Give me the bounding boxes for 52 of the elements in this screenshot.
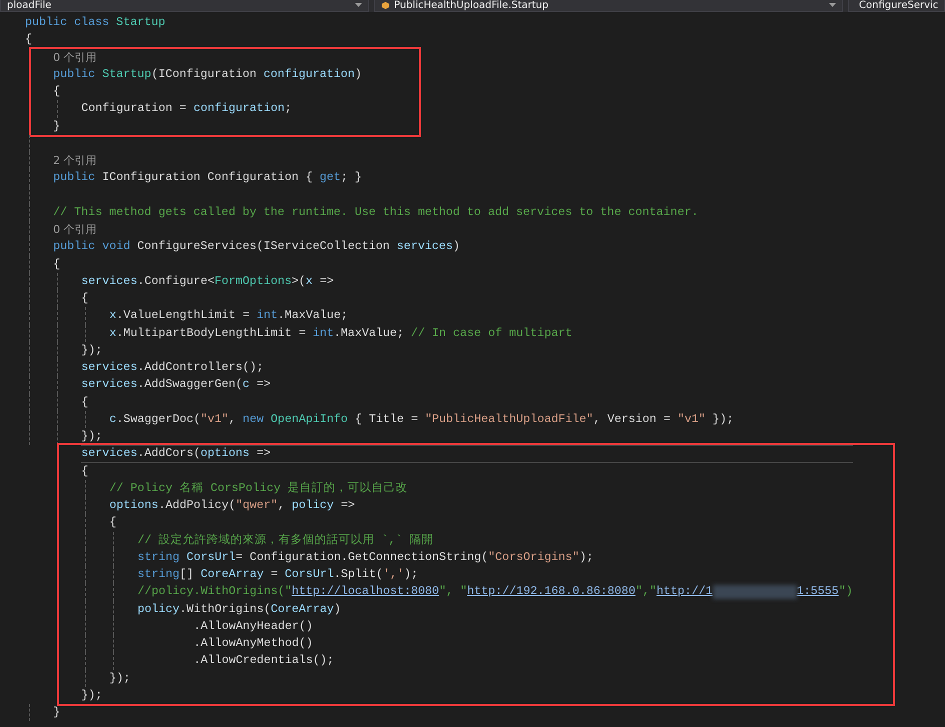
code-line: policy.WithOrigins(CoreArray) — [137, 600, 341, 618]
code-text: //policy.WithOrigins(" — [137, 583, 292, 600]
code-line: public Startup(IConfiguration configuration) — [53, 66, 362, 83]
code-line: { — [53, 83, 60, 100]
code-line: } — [53, 704, 60, 721]
caret-icon — [355, 3, 362, 8]
navigation-dropdown[interactable]: ploadFile — [0, 0, 369, 12]
code-line: public class Startup — [25, 14, 166, 31]
code-line: // This method gets called by the runtime. Use this method to add services to the container. — [53, 204, 698, 221]
code-line: services.AddCors(options => — [81, 445, 271, 462]
code-text: "," — [635, 583, 656, 600]
code-line: services.AddControllers(); — [81, 359, 264, 376]
class-icon — [381, 1, 390, 10]
reference-count-link[interactable]: 0 个引用 — [53, 221, 97, 238]
code-line: { — [53, 256, 60, 272]
code-line: c.SwaggerDoc("v1", new OpenApiInfo { Title = "PublicHealthUploadFile", Version = "v1" }); — [109, 410, 734, 428]
code-line: { — [81, 394, 88, 410]
code-line: services.AddSwaggerGen(c => — [81, 376, 271, 394]
reference-count-link[interactable]: 0 个引用 — [53, 48, 97, 66]
code-line: { — [25, 31, 32, 48]
code-line: .AllowAnyHeader() — [194, 618, 313, 635]
caret-icon — [829, 3, 836, 8]
code-line: // Policy 名稱 CorsPolicy 是自訂的，可以自己改 — [109, 480, 408, 497]
code-line: }); — [81, 342, 102, 359]
code-line: } — [53, 118, 60, 134]
code-text: ", " — [439, 583, 468, 600]
code-line: public void ConfigureServices(IServiceCollection services) — [53, 238, 460, 256]
code-line: Configuration = configuration; — [81, 100, 292, 118]
code-line: .AllowCredentials(); — [194, 652, 334, 670]
code-line: public IConfiguration Configuration { get; } — [53, 169, 362, 186]
code-line: string CorsUrl= Configuration.GetConnectionString("CorsOrigins"); — [137, 548, 594, 566]
code-line: }); — [109, 670, 130, 686]
code-line: // 設定允許跨域的來源，有多個的話可以用 `,` 隔開 — [137, 532, 434, 548]
code-line: options.AddPolicy("qwer", policy => — [109, 497, 355, 514]
code-line: }); — [81, 428, 102, 445]
url-link[interactable]: 1:5555 — [796, 583, 839, 600]
code-text: ") — [838, 583, 853, 600]
code-line: x.MultipartBodyLengthLimit = int.MaxValue; // In case of multipart — [109, 324, 572, 342]
reference-count-link[interactable]: 2 个引用 — [53, 152, 97, 170]
url-link[interactable]: http://localhost:8080 — [292, 583, 440, 600]
code-line: { — [81, 290, 88, 307]
url-link[interactable]: http://1 — [656, 583, 713, 600]
code-line: { — [109, 514, 116, 532]
navigation-dropdown[interactable]: PublicHealthUploadFile.Startup — [374, 0, 843, 12]
code-line: }); — [81, 686, 102, 704]
code-line: { — [81, 462, 88, 480]
code-line: string[] CoreArray = CorsUrl.Split(','); — [137, 566, 418, 583]
code-line: x.ValueLengthLimit = int.MaxValue; — [109, 307, 348, 324]
code-line: .AllowAnyMethod() — [194, 635, 313, 652]
navigation-dropdown[interactable]: ConfigureServic — [848, 0, 945, 12]
url-link[interactable]: http://192.168.0.86:8080 — [467, 583, 636, 600]
code-line: services.Configure<FormOptions>(x => — [81, 272, 334, 290]
